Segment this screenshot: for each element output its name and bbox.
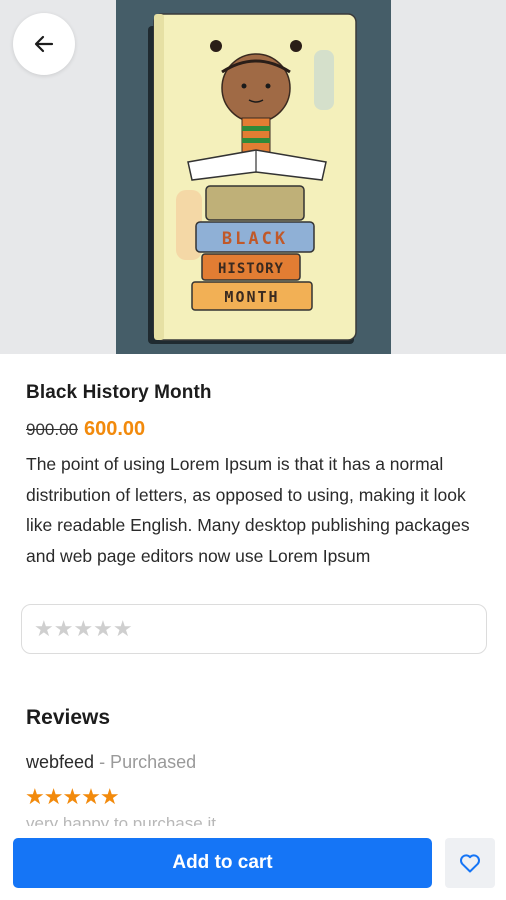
rating-input[interactable]: ★★★★★ bbox=[21, 604, 487, 654]
add-to-cart-button[interactable]: Add to cart bbox=[13, 838, 432, 888]
book-cover-image: BLACK HISTORY MONTH bbox=[148, 13, 357, 344]
review-author: webfeed - Purchased bbox=[26, 752, 196, 773]
cover-text-line-1: BLACK bbox=[222, 229, 288, 249]
arrow-left-icon bbox=[34, 35, 54, 53]
price-row: 900.00 600.00 bbox=[26, 418, 145, 441]
review-purchased-tag: - Purchased bbox=[94, 752, 197, 772]
back-button[interactable] bbox=[13, 13, 75, 75]
product-description: The point of using Lorem Ipsum is that i… bbox=[26, 454, 470, 566]
heart-outline-icon bbox=[460, 854, 480, 873]
product-title: Black History Month bbox=[26, 382, 212, 403]
wishlist-button[interactable] bbox=[445, 838, 495, 888]
review-star-rating: ★★★★★ bbox=[25, 784, 120, 809]
original-price: 900.00 bbox=[26, 420, 78, 439]
cover-text-line-3: MONTH bbox=[224, 288, 279, 306]
cover-text-line-2: HISTORY bbox=[218, 261, 284, 277]
review-author-name: webfeed bbox=[26, 752, 95, 772]
star-rating-empty[interactable]: ★★★★★ bbox=[34, 616, 133, 642]
sale-price: 600.00 bbox=[84, 418, 146, 440]
reviews-heading: Reviews bbox=[26, 706, 111, 729]
product-image-area: BLACK HISTORY MONTH bbox=[0, 0, 506, 354]
